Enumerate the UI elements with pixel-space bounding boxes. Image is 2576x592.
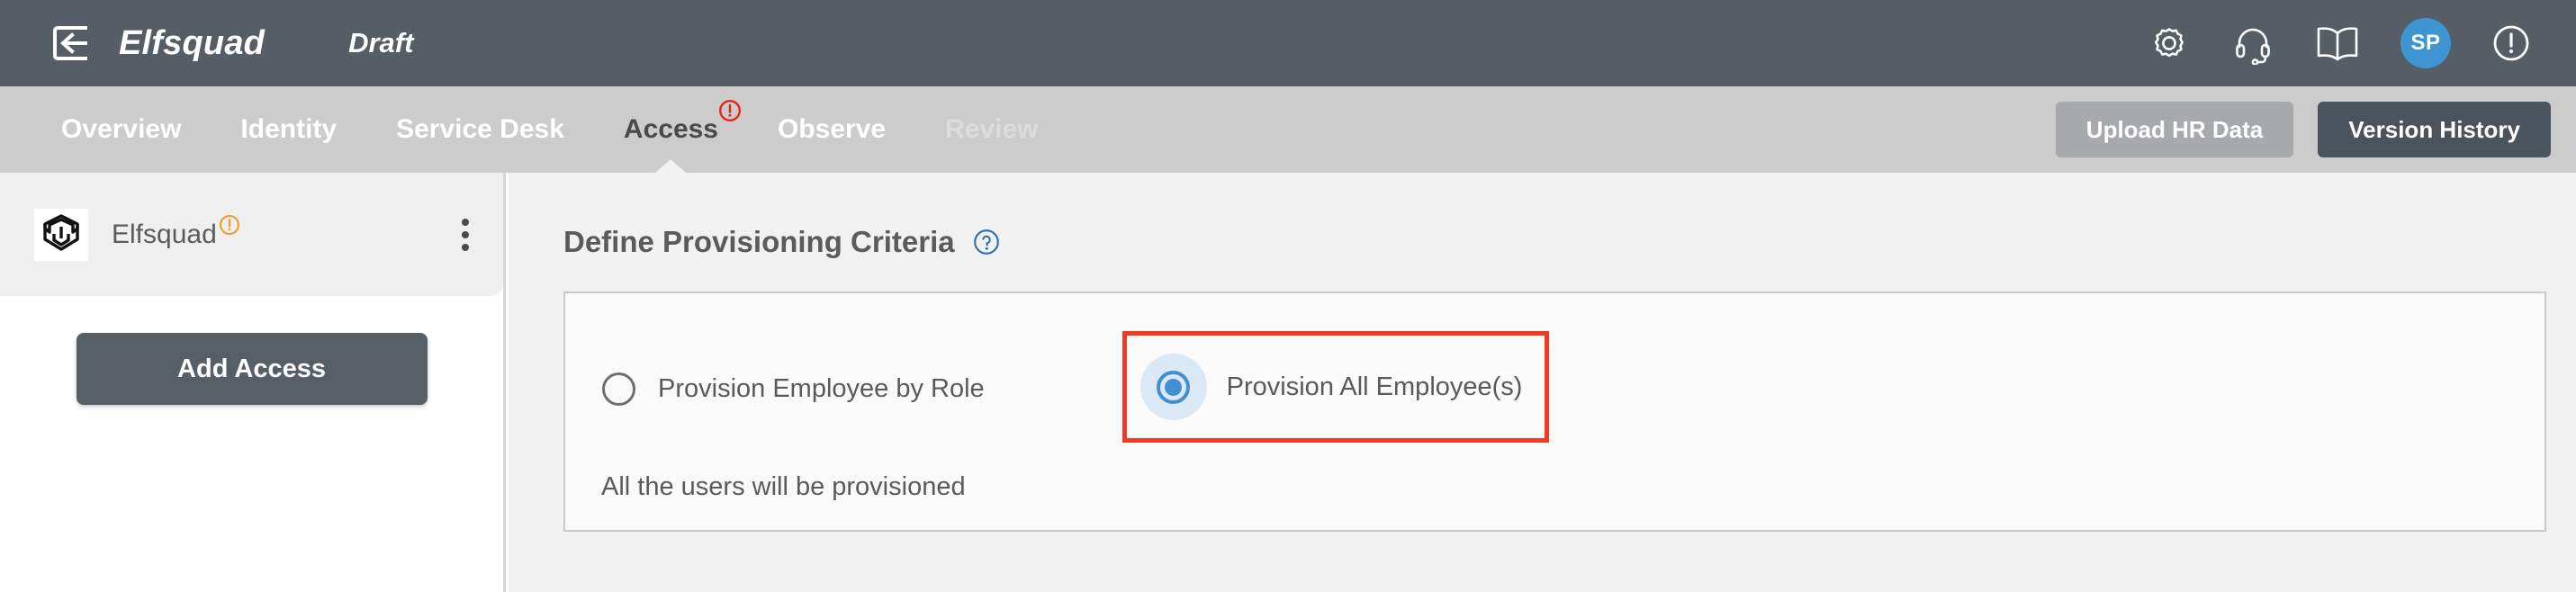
document-status: Draft	[348, 27, 414, 58]
kebab-dot	[462, 218, 469, 226]
primary-nav-bar: Overview Identity Service Desk Access Ob…	[0, 86, 2576, 173]
tab-label: Identity	[240, 114, 338, 144]
sidebar: Elfsquad Add Access	[0, 173, 506, 592]
tab-identity[interactable]: Identity	[240, 86, 337, 173]
gear-icon[interactable]	[2148, 22, 2191, 65]
version-history-button[interactable]: Version History	[2318, 102, 2551, 157]
sidebar-org-header[interactable]: Elfsquad	[0, 173, 503, 296]
warning-circle-icon	[219, 212, 240, 235]
selected-option-annotation: Provision All Employee(s)	[1121, 331, 1550, 443]
upload-hr-data-button[interactable]: Upload HR Data	[2055, 102, 2294, 157]
tab-service-desk[interactable]: Service Desk	[396, 86, 564, 173]
tab-overview[interactable]: Overview	[61, 86, 181, 173]
avatar[interactable]: SP	[2400, 18, 2451, 68]
tab-label: Overview	[61, 114, 182, 144]
nav-tab-list: Overview Identity Service Desk Access Ob…	[0, 86, 1038, 173]
tab-access[interactable]: Access	[623, 86, 742, 173]
exclamation-circle-icon[interactable]	[2491, 23, 2531, 63]
radio-selected-icon	[1139, 354, 1207, 420]
active-tab-indicator	[655, 159, 687, 173]
top-header-bar: Elfsquad Draft SP	[0, 0, 2576, 86]
radio-unselected-icon	[602, 372, 635, 406]
helper-text: All the users will be provisioned	[601, 472, 966, 501]
add-access-button[interactable]: Add Access	[76, 333, 428, 405]
radio-label: Provision Employee by Role	[658, 373, 985, 403]
radio-provision-all-employees[interactable]: Provision All Employee(s)	[1139, 354, 1523, 420]
tab-label: Observe	[778, 114, 887, 144]
page-title: Define Provisioning Criteria	[563, 225, 2576, 259]
nav-action-buttons: Upload HR Data Version History	[2055, 102, 2551, 157]
page-body: Elfsquad Add Access Define Provisioning …	[0, 173, 2576, 592]
provisioning-radio-group: Provision Employee by Role Provision All…	[565, 293, 2544, 444]
sidebar-org-name: Elfsquad	[112, 214, 239, 250]
tab-label: Service Desk	[396, 114, 564, 144]
provisioning-criteria-card: Provision Employee by Role Provision All…	[563, 292, 2546, 532]
tab-label: Review	[945, 114, 1039, 144]
back-arrow-box-icon[interactable]	[50, 24, 92, 62]
page-title-text: Define Provisioning Criteria	[563, 225, 955, 258]
radio-label: Provision All Employee(s)	[1226, 372, 1523, 401]
kebab-dot	[462, 230, 469, 238]
question-circle-icon[interactable]	[973, 229, 1000, 256]
book-icon[interactable]	[2315, 23, 2360, 63]
kebab-dot	[462, 243, 469, 251]
tab-review: Review	[945, 86, 1038, 173]
tab-warning-icon	[718, 99, 742, 122]
header-actions: SP	[2148, 18, 2531, 68]
radio-selected-dot	[1165, 378, 1183, 396]
main-content-panel: Define Provisioning Criteria Provision E…	[509, 173, 2576, 592]
brand-title: Elfsquad	[119, 23, 266, 62]
radio-provision-by-role[interactable]: Provision Employee by Role	[602, 372, 985, 406]
tab-label: Access	[623, 114, 718, 144]
tab-observe[interactable]: Observe	[778, 86, 886, 173]
elfsquad-shield-logo-icon	[34, 208, 88, 261]
headset-icon[interactable]	[2231, 22, 2274, 65]
radio-selected-ring	[1157, 370, 1191, 404]
kebab-menu-icon[interactable]	[453, 211, 478, 258]
